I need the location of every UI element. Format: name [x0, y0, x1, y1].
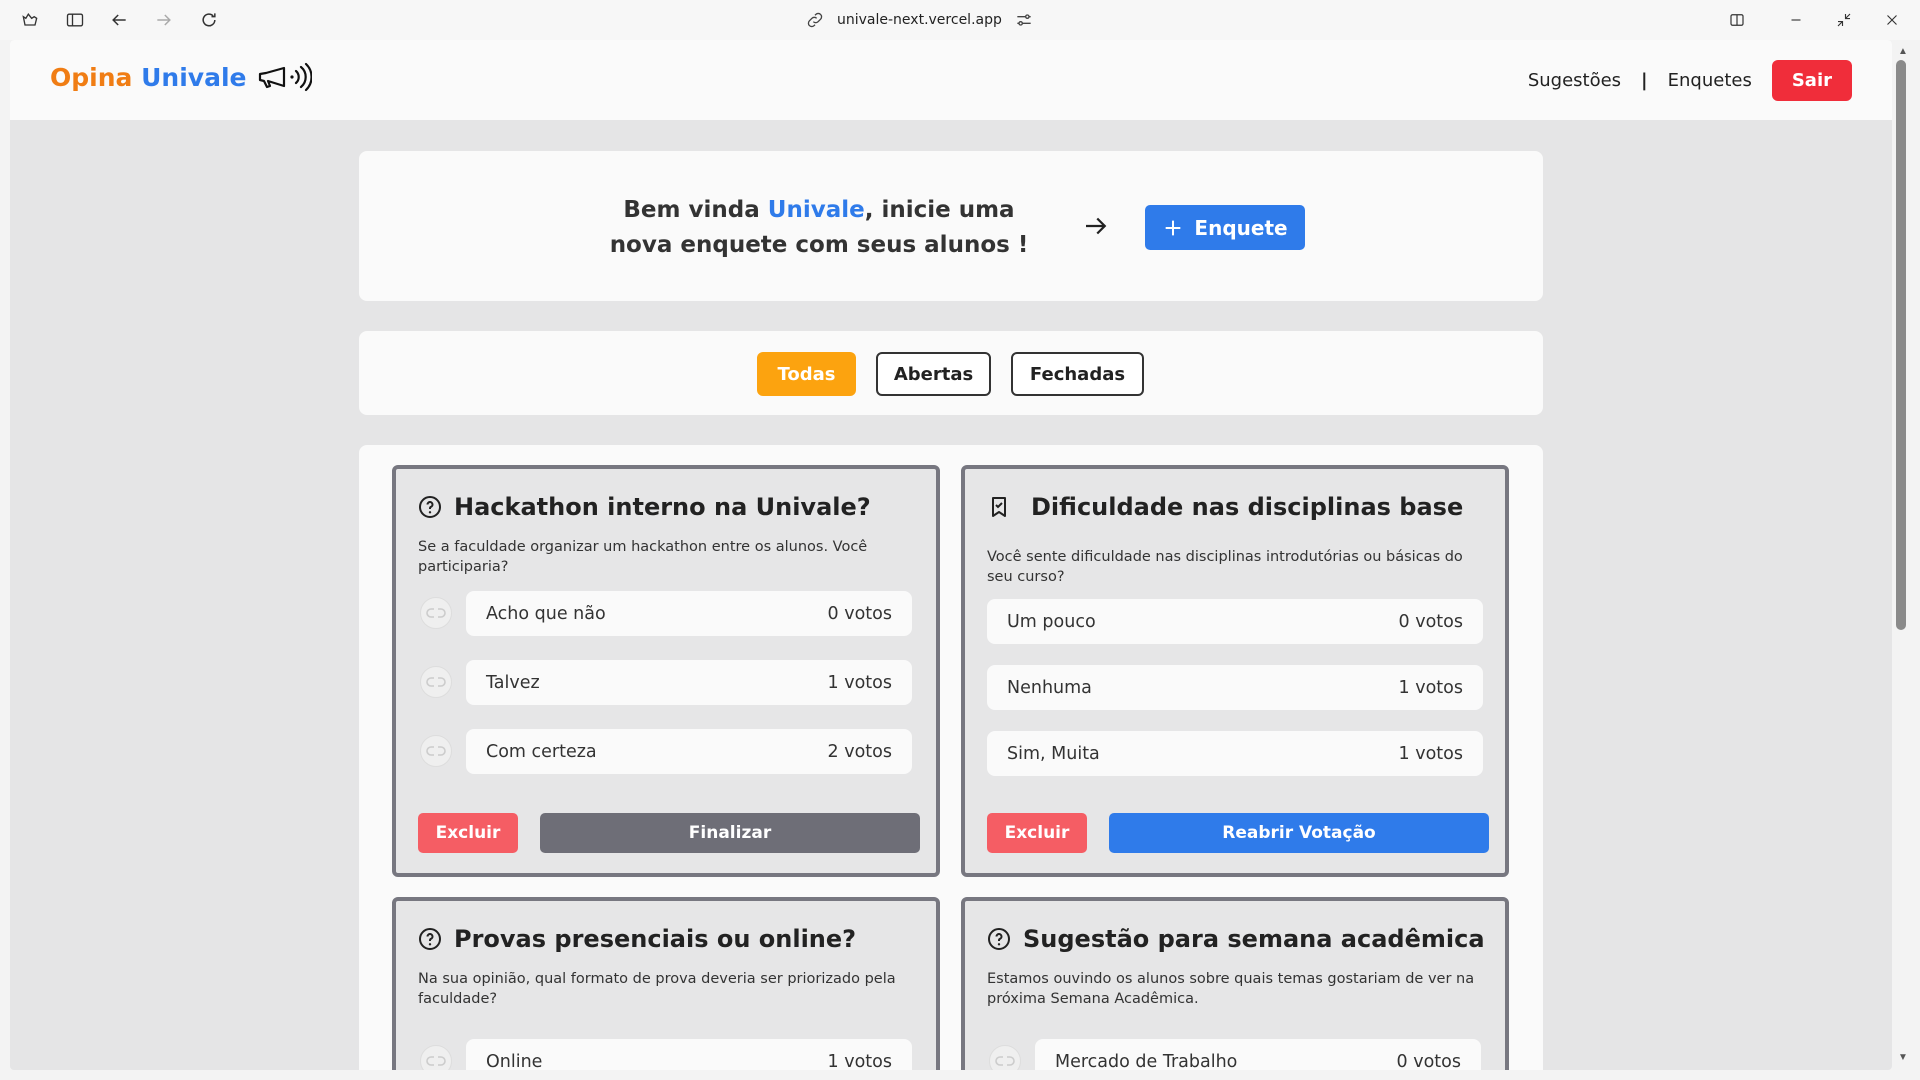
- poll-title-text: Hackathon interno na Univale?: [454, 493, 871, 521]
- option-radio[interactable]: [420, 666, 452, 698]
- poll-description: Na sua opinião, qual formato de prova de…: [418, 971, 896, 1007]
- browser-menu-icon[interactable]: [18, 8, 42, 32]
- poll-description: Se a faculdade organizar um hackathon en…: [418, 539, 868, 575]
- option-votes: 2 votos: [827, 741, 892, 762]
- option-label: Sim, Muita: [1007, 743, 1100, 764]
- reload-icon[interactable]: [197, 8, 221, 32]
- url-text: univale-next.vercel.app: [837, 12, 1002, 28]
- app-header: Opina Univale Sugestões | Enquetes Sair: [10, 40, 1892, 120]
- link-icon: [426, 608, 446, 618]
- poll-option[interactable]: Online 1 votos: [466, 1039, 912, 1070]
- option-label: Online: [486, 1051, 543, 1071]
- option-radio[interactable]: [989, 1045, 1021, 1070]
- delete-button[interactable]: Excluir: [987, 813, 1087, 853]
- poll-description: Você sente dificuldade nas disciplinas i…: [987, 549, 1463, 585]
- logo-univale: Univale: [141, 62, 247, 92]
- plus-icon: [1166, 220, 1181, 235]
- poll-card: Dificuldade nas disciplinas base Você se…: [961, 465, 1509, 877]
- question-circle-icon: [419, 928, 441, 950]
- logo-opina: Opina: [50, 62, 133, 92]
- poll-option: Sim, Muita 1 votos: [987, 731, 1483, 776]
- option-label: Acho que não: [486, 603, 606, 624]
- close-icon[interactable]: [1880, 8, 1904, 32]
- poll-option: Nenhuma 1 votos: [987, 665, 1483, 710]
- page-viewport: Opina Univale Sugestões | Enquetes Sair …: [10, 40, 1892, 1070]
- delete-button[interactable]: Excluir: [418, 813, 518, 853]
- logout-button[interactable]: Sair: [1771, 60, 1852, 101]
- scroll-up-icon[interactable]: ▲: [1893, 44, 1913, 60]
- option-votes: 0 votos: [1398, 611, 1463, 632]
- poll-title: Hackathon interno na Univale?: [418, 493, 871, 521]
- split-view-icon[interactable]: [1725, 8, 1749, 32]
- link-icon: [426, 746, 446, 756]
- finish-poll-button[interactable]: Finalizar: [540, 813, 920, 853]
- poll-option[interactable]: Mercado de Trabalho 0 votos: [1035, 1039, 1481, 1070]
- nav-separator: |: [1641, 70, 1648, 91]
- option-label: Nenhuma: [1007, 677, 1092, 698]
- option-votes: 1 votos: [1398, 677, 1463, 698]
- poll-option[interactable]: Acho que não 0 votos: [466, 591, 912, 636]
- option-votes: 1 votos: [1398, 743, 1463, 764]
- browser-toolbar: univale-next.vercel.app: [0, 0, 1920, 40]
- address-bar[interactable]: univale-next.vercel.app: [805, 6, 1034, 34]
- poll-description: Estamos ouvindo os alunos sobre quais te…: [987, 971, 1475, 1007]
- filter-panel: Todas Abertas Fechadas: [359, 331, 1543, 415]
- link-icon: [807, 12, 823, 28]
- site-settings-icon[interactable]: [1014, 10, 1034, 30]
- scroll-down-icon[interactable]: ▼: [1893, 1050, 1913, 1066]
- option-votes: 1 votos: [827, 1051, 892, 1071]
- app-logo[interactable]: Opina Univale: [50, 62, 313, 92]
- option-label: Um pouco: [1007, 611, 1096, 632]
- minimize-icon[interactable]: [1784, 8, 1808, 32]
- poll-card: Sugestão para semana acadêmica Estamos o…: [961, 897, 1509, 1070]
- poll-option[interactable]: Com certeza 2 votos: [466, 729, 912, 774]
- poll-option[interactable]: Talvez 1 votos: [466, 660, 912, 705]
- back-icon[interactable]: [107, 8, 131, 32]
- poll-title: Provas presenciais ou online?: [418, 925, 856, 953]
- option-label: Com certeza: [486, 741, 597, 762]
- option-label: Mercado de Trabalho: [1055, 1051, 1238, 1071]
- option-radio[interactable]: [420, 1045, 452, 1070]
- option-radio[interactable]: [420, 597, 452, 629]
- option-votes: 0 votos: [827, 603, 892, 624]
- link-icon: [426, 1056, 446, 1066]
- question-circle-icon: [988, 928, 1010, 950]
- restore-icon[interactable]: [1832, 8, 1856, 32]
- poll-list-panel: Hackathon interno na Univale? Se a facul…: [359, 445, 1543, 1070]
- option-label: Talvez: [486, 672, 540, 693]
- bookmark-icon: [992, 497, 1006, 517]
- welcome-highlight: Univale: [767, 197, 865, 223]
- poll-title-text: Sugestão para semana acadêmica: [1023, 925, 1485, 953]
- poll-title-text: Dificuldade nas disciplinas base: [1031, 493, 1464, 521]
- filter-closed-button[interactable]: Fechadas: [1011, 352, 1144, 396]
- new-poll-label: Enquete: [1194, 215, 1288, 240]
- sidebar-toggle-icon[interactable]: [63, 8, 87, 32]
- top-nav: Sugestões | Enquetes Sair: [1528, 60, 1852, 101]
- nav-polls-link[interactable]: Enquetes: [1668, 70, 1752, 91]
- poll-title: Dificuldade nas disciplinas base: [987, 493, 1463, 521]
- filter-open-button[interactable]: Abertas: [876, 352, 991, 396]
- link-icon: [426, 677, 446, 687]
- question-circle-icon: [419, 496, 441, 518]
- poll-title-text: Provas presenciais ou online?: [454, 925, 857, 953]
- poll-card: Provas presenciais ou online? Na sua opi…: [392, 897, 940, 1070]
- poll-card: Hackathon interno na Univale? Se a facul…: [392, 465, 940, 877]
- option-radio[interactable]: [420, 735, 452, 767]
- arrow-right-icon: [1086, 217, 1107, 235]
- poll-title: Sugestão para semana acadêmica: [987, 925, 1485, 953]
- scrollbar-thumb[interactable]: [1896, 60, 1906, 630]
- option-votes: 1 votos: [827, 672, 892, 693]
- filter-all-button[interactable]: Todas: [757, 352, 856, 396]
- new-poll-button[interactable]: Enquete: [1145, 205, 1305, 250]
- welcome-panel: Bem vinda Univale, inicie uma nova enque…: [359, 151, 1543, 301]
- megaphone-icon: [259, 62, 313, 92]
- nav-suggestions-link[interactable]: Sugestões: [1528, 70, 1621, 91]
- welcome-message: Bem vinda Univale, inicie uma nova enque…: [609, 193, 1029, 263]
- option-votes: 0 votos: [1396, 1051, 1461, 1071]
- link-icon: [995, 1056, 1015, 1066]
- welcome-text-before: Bem vinda: [623, 197, 768, 223]
- poll-option: Um pouco 0 votos: [987, 599, 1483, 644]
- forward-icon[interactable]: [152, 8, 176, 32]
- reopen-poll-button[interactable]: Reabrir Votação: [1109, 813, 1489, 853]
